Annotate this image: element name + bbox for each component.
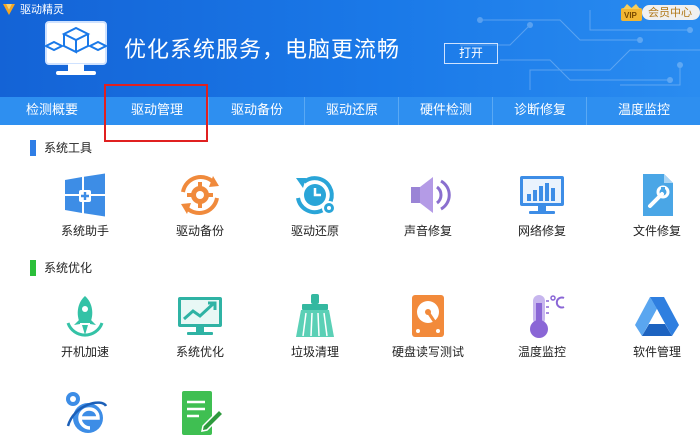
tool-document-edit[interactable] — [155, 390, 245, 436]
broom-icon — [296, 294, 334, 337]
section-marker-system-tools — [30, 140, 36, 156]
app-logo-icon — [3, 4, 15, 15]
svg-text:VIP: VIP — [624, 11, 638, 20]
section-marker-system-optimization — [30, 260, 36, 276]
section-title-system-optimization: 系统优化 — [44, 261, 93, 275]
tool-temperature-monitor[interactable]: 温度监控 — [497, 293, 587, 359]
tool-system-optimization[interactable]: 系统优化 — [155, 293, 245, 359]
tool-label: 软件管理 — [632, 345, 681, 359]
tool-label: 驱动备份 — [175, 224, 224, 238]
hard-disk-icon — [412, 295, 444, 337]
tool-label: 驱动还原 — [290, 224, 339, 238]
tool-software-management[interactable]: 软件管理 — [612, 293, 700, 359]
document-pencil-icon — [182, 391, 225, 435]
gear-cycle-icon — [181, 175, 219, 215]
banner: 驱动精灵 VIP 会员中心 优化系统服务，电脑更流畅 打开 — [0, 0, 700, 97]
tool-label: 系统助手 — [60, 224, 109, 238]
tool-label: 垃圾清理 — [290, 345, 339, 359]
tool-sound-repair[interactable]: 声音修复 — [383, 172, 473, 238]
speaker-icon — [411, 177, 451, 213]
tab-driver-backup[interactable]: 驱动备份 — [208, 97, 305, 125]
thermometer-icon — [530, 295, 565, 338]
tool-label: 温度监控 — [517, 345, 566, 359]
tool-driver-backup[interactable]: 驱动备份 — [155, 172, 245, 238]
tab-hardware-detection[interactable]: 硬件检测 — [398, 97, 493, 125]
ie-settings-icon — [66, 392, 108, 433]
tool-disk-rw-test[interactable]: 硬盘读写测试 — [383, 293, 473, 359]
open-button[interactable]: 打开 — [444, 43, 498, 64]
highlight-annotation-box — [104, 84, 208, 142]
tab-driver-restore[interactable]: 驱动还原 — [304, 97, 399, 125]
monitor-chart-icon — [520, 176, 564, 214]
tool-label: 网络修复 — [517, 224, 566, 238]
clock-restore-icon — [296, 176, 336, 215]
tool-boot-acceleration[interactable]: 开机加速 — [40, 293, 130, 359]
tool-label: 文件修复 — [632, 224, 681, 238]
triangle-app-icon — [635, 297, 679, 336]
tool-label: 系统优化 — [175, 345, 224, 359]
app-title: 驱动精灵 — [20, 3, 64, 16]
tool-network-repair[interactable]: 网络修复 — [497, 172, 587, 238]
tool-file-repair[interactable]: 文件修复 — [612, 172, 700, 238]
tool-system-assistant[interactable]: 系统助手 — [40, 172, 130, 238]
tool-junk-cleanup[interactable]: 垃圾清理 — [270, 293, 360, 359]
tab-diagnosis-repair[interactable]: 诊断修复 — [492, 97, 587, 125]
section-title-system-tools: 系统工具 — [44, 141, 93, 155]
tool-label: 开机加速 — [60, 345, 109, 359]
tool-driver-restore[interactable]: 驱动还原 — [270, 172, 360, 238]
tool-ie-settings[interactable] — [40, 390, 130, 436]
windows-plus-icon — [65, 173, 105, 217]
member-center-label: 会员中心 — [642, 5, 700, 20]
banner-headline: 优化系统服务，电脑更流畅 — [124, 38, 401, 63]
vip-crown-icon: VIP — [621, 4, 642, 21]
tab-detection-summary[interactable]: 检测概要 — [0, 97, 104, 125]
file-wrench-icon — [643, 174, 673, 216]
tool-label: 硬盘读写测试 — [391, 345, 464, 359]
tool-label: 声音修复 — [403, 224, 452, 238]
rocket-icon — [66, 296, 104, 337]
monitor-trend-icon — [178, 297, 222, 335]
tab-temperature-monitor[interactable]: 温度监控 — [586, 97, 700, 125]
optimization-monitor-icon — [43, 21, 109, 75]
